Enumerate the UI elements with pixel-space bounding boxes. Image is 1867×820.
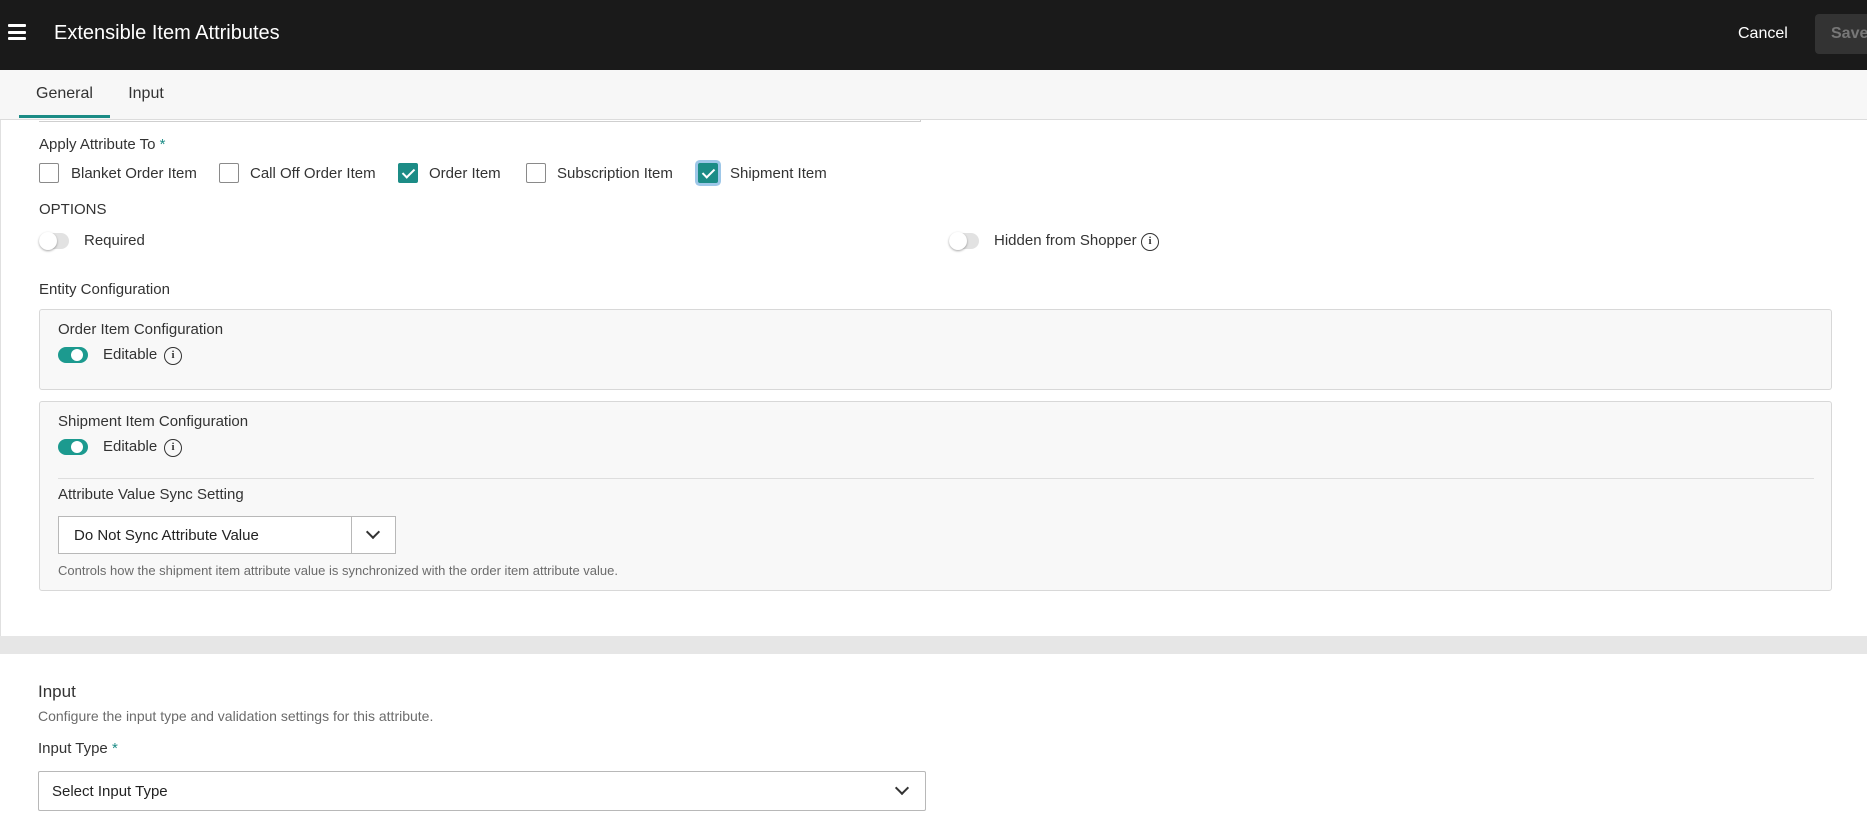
sync-dropdown-button[interactable]: [351, 517, 395, 553]
info-icon[interactable]: i: [1141, 233, 1159, 251]
cancel-button[interactable]: Cancel: [1722, 14, 1804, 54]
entity-configuration-heading: Entity Configuration: [39, 281, 170, 298]
page-title: Extensible Item Attributes: [54, 22, 280, 44]
panel-title: Shipment Item Configuration: [58, 413, 249, 430]
info-icon[interactable]: i: [164, 439, 182, 457]
required-toggle[interactable]: [39, 232, 69, 250]
required-label: Required: [84, 232, 145, 249]
hamburger-menu-icon[interactable]: [8, 24, 26, 40]
editable-label: Editable: [103, 346, 158, 363]
shipment-item-editable-toggle[interactable]: [58, 439, 88, 455]
checkbox-subscription-item[interactable]: [526, 163, 546, 183]
top-app-bar: Extensible Item Attributes Cancel Save: [0, 0, 1867, 70]
checkbox-label: Subscription Item: [557, 165, 673, 182]
save-button[interactable]: Save: [1815, 14, 1867, 54]
required-mark: *: [111, 740, 118, 757]
checkbox-shipment-item[interactable]: [698, 163, 718, 183]
required-mark: *: [159, 136, 166, 153]
checkbox-label: Call Off Order Item: [250, 165, 376, 182]
chevron-down-icon: [894, 780, 910, 796]
order-item-config-panel: Order Item Configuration Editable i: [39, 309, 1832, 390]
checkbox-label: Blanket Order Item: [71, 165, 197, 182]
apply-attribute-text: Apply Attribute To: [39, 136, 156, 153]
panel-title: Order Item Configuration: [58, 321, 224, 338]
input-section-title: Input: [38, 682, 76, 701]
shipment-item-config-panel: Shipment Item Configuration Editable i A…: [39, 401, 1832, 591]
apply-attribute-label: Apply Attribute To *: [39, 136, 165, 153]
general-card: Apply Attribute To * Blanket Order Item …: [0, 120, 1867, 636]
checkbox-label: Order Item: [429, 165, 501, 182]
sync-setting-select[interactable]: Do Not Sync Attribute Value: [58, 516, 396, 554]
input-type-label: Input Type *: [38, 740, 118, 757]
checkbox-label: Shipment Item: [730, 165, 827, 182]
checkbox-blanket-order-item[interactable]: [39, 163, 59, 183]
sync-setting-label: Attribute Value Sync Setting: [58, 486, 244, 503]
truncated-field: [39, 120, 921, 122]
order-item-editable-toggle[interactable]: [58, 347, 88, 363]
hidden-from-shopper-toggle[interactable]: [949, 232, 979, 250]
editable-label: Editable: [103, 438, 158, 455]
options-heading: OPTIONS: [39, 201, 107, 218]
sync-setting-value: Do Not Sync Attribute Value: [74, 527, 259, 544]
input-section-description: Configure the input type and validation …: [38, 708, 434, 724]
checkbox-order-item[interactable]: [398, 163, 418, 183]
tab-bar: General Input: [0, 70, 1867, 120]
checkbox-call-off-order-item[interactable]: [219, 163, 239, 183]
input-card: Input Configure the input type and valid…: [0, 654, 1867, 820]
sync-helper-text: Controls how the shipment item attribute…: [58, 563, 618, 578]
divider: [58, 478, 1814, 479]
input-type-select[interactable]: Select Input Type: [38, 771, 926, 811]
input-type-text: Input Type: [38, 740, 108, 757]
chevron-down-icon: [365, 524, 381, 540]
hidden-from-shopper-label: Hidden from Shopper: [994, 232, 1137, 249]
info-icon[interactable]: i: [164, 347, 182, 365]
input-type-placeholder: Select Input Type: [52, 783, 168, 800]
tab-input[interactable]: Input: [124, 70, 168, 118]
tab-general[interactable]: General: [19, 70, 110, 118]
